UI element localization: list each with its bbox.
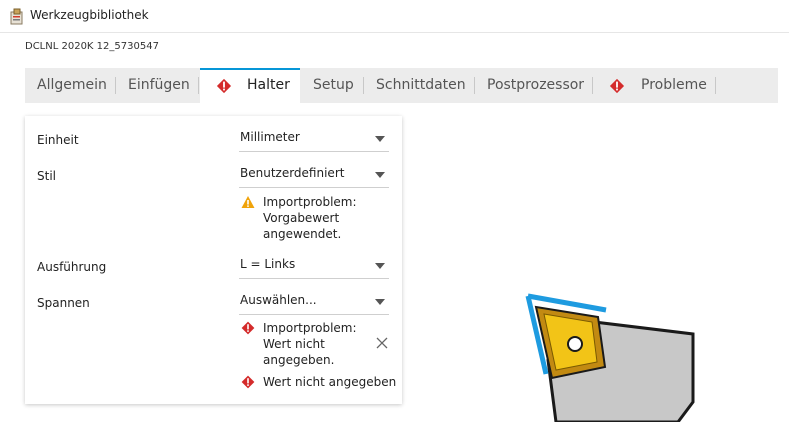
error-diamond-icon (609, 78, 625, 94)
stil-dropdown[interactable]: Benutzerdefiniert (239, 163, 389, 188)
spannen-error-message-2: Wert nicht angegeben (263, 375, 397, 389)
chevron-down-icon (375, 263, 385, 269)
tab-separator (715, 77, 716, 94)
tab-separator (474, 77, 475, 94)
halter-form-panel: Einheit Millimeter Stil Benutzerdefinier… (25, 116, 402, 404)
close-icon[interactable] (375, 336, 389, 350)
einheit-dropdown[interactable]: Millimeter (239, 127, 389, 152)
error-diamond-icon (241, 375, 255, 389)
tab-separator (115, 77, 116, 94)
tab-allgemein[interactable]: Allgemein (37, 68, 107, 103)
stil-warning-message: Importproblem: Vorgabewert angewendet. (263, 195, 357, 241)
tab-separator (363, 77, 364, 94)
chevron-down-icon (375, 172, 385, 178)
tab-bar: Allgemein Einfügen Halter Setup Schnittd… (25, 68, 778, 103)
error-diamond-icon (241, 321, 255, 335)
chevron-down-icon (375, 136, 385, 142)
tool-library-icon (10, 8, 23, 25)
stil-label: Stil (37, 169, 56, 183)
spannen-dropdown[interactable]: Auswählen... (239, 290, 389, 315)
tab-postprozessor[interactable]: Postprozessor (487, 68, 584, 103)
stil-value: Benutzerdefiniert (240, 166, 345, 180)
tool-name: DCLNL 2020K 12_5730547 (25, 41, 159, 52)
einheit-label: Einheit (37, 133, 79, 147)
einheit-value: Millimeter (240, 130, 300, 144)
tool-holder-illustration (525, 293, 695, 422)
tab-einfuegen[interactable]: Einfügen (128, 68, 190, 103)
ausfuehrung-dropdown[interactable]: L = Links (239, 254, 389, 279)
tab-probleme-label: Probleme (641, 77, 707, 93)
error-diamond-icon (216, 78, 232, 94)
tab-setup[interactable]: Setup (313, 68, 354, 103)
tab-halter-label: Halter (247, 77, 290, 93)
warning-triangle-icon (241, 196, 255, 208)
ausfuehrung-label: Ausführung (37, 260, 107, 274)
tab-separator (198, 77, 199, 94)
chevron-down-icon (375, 299, 385, 305)
window-title: Werkzeugbibliothek (30, 8, 149, 22)
tab-separator (592, 77, 593, 94)
ausfuehrung-value: L = Links (240, 257, 296, 271)
title-bar: Werkzeugbibliothek (0, 0, 789, 33)
spannen-label: Spannen (37, 296, 90, 310)
tab-probleme[interactable]: Probleme (605, 68, 715, 103)
spannen-error-message: Importproblem: Wert nicht angegeben. (263, 321, 357, 367)
tab-halter[interactable]: Halter (200, 68, 300, 103)
tab-schnittdaten[interactable]: Schnittdaten (376, 68, 466, 103)
spannen-value: Auswählen... (240, 293, 317, 307)
